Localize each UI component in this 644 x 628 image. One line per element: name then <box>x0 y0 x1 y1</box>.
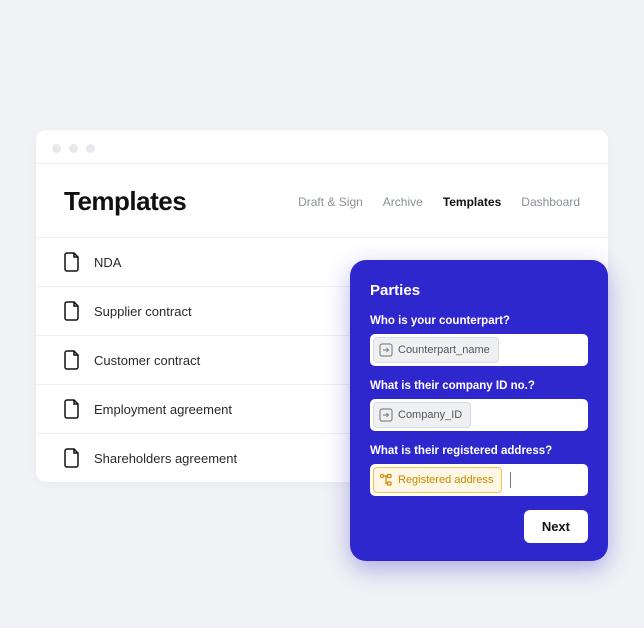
registered-address-input[interactable]: Registered address <box>370 464 588 496</box>
file-icon <box>64 301 80 321</box>
company-id-input[interactable]: Company_ID <box>370 399 588 431</box>
input-variable-chip[interactable]: Counterpart_name <box>373 337 499 363</box>
header: Templates Draft & Sign Archive Templates… <box>36 164 608 237</box>
field-label: Who is your counterpart? <box>370 315 588 327</box>
page-title: Templates <box>64 186 186 217</box>
tab-templates[interactable]: Templates <box>443 195 501 209</box>
template-label: Supplier contract <box>94 304 192 319</box>
field-counterpart: Who is your counterpart? Counterpart_nam… <box>370 315 588 366</box>
parties-panel: Parties Who is your counterpart? Counter… <box>350 260 608 561</box>
template-label: Shareholders agreement <box>94 451 237 466</box>
template-label: Customer contract <box>94 353 200 368</box>
template-label: Employment agreement <box>94 402 232 417</box>
tree-icon <box>379 473 393 487</box>
template-label: NDA <box>94 255 121 270</box>
field-label: What is their registered address? <box>370 445 588 457</box>
tab-draft-sign[interactable]: Draft & Sign <box>298 195 363 209</box>
nav-tabs: Draft & Sign Archive Templates Dashboard <box>298 195 580 209</box>
next-button[interactable]: Next <box>524 510 588 543</box>
file-icon <box>64 448 80 468</box>
window-dot <box>69 144 78 153</box>
file-icon <box>64 252 80 272</box>
window-traffic-lights <box>36 130 608 164</box>
input-variable-chip[interactable]: Company_ID <box>373 402 471 428</box>
file-icon <box>64 399 80 419</box>
field-label: What is their company ID no.? <box>370 380 588 392</box>
field-company-id: What is their company ID no.? Company_ID <box>370 380 588 431</box>
input-arrow-icon <box>379 408 393 422</box>
field-registered-address: What is their registered address? Regist… <box>370 445 588 496</box>
window-dot <box>52 144 61 153</box>
panel-title: Parties <box>370 282 588 299</box>
chip-label: Company_ID <box>398 409 462 421</box>
text-cursor <box>510 472 511 488</box>
chip-label: Counterpart_name <box>398 344 490 356</box>
tab-dashboard[interactable]: Dashboard <box>521 195 580 209</box>
counterpart-input[interactable]: Counterpart_name <box>370 334 588 366</box>
input-variable-chip[interactable]: Registered address <box>373 467 502 493</box>
chip-label: Registered address <box>398 474 493 486</box>
input-arrow-icon <box>379 343 393 357</box>
panel-actions: Next <box>370 510 588 543</box>
tab-archive[interactable]: Archive <box>383 195 423 209</box>
window-dot <box>86 144 95 153</box>
file-icon <box>64 350 80 370</box>
